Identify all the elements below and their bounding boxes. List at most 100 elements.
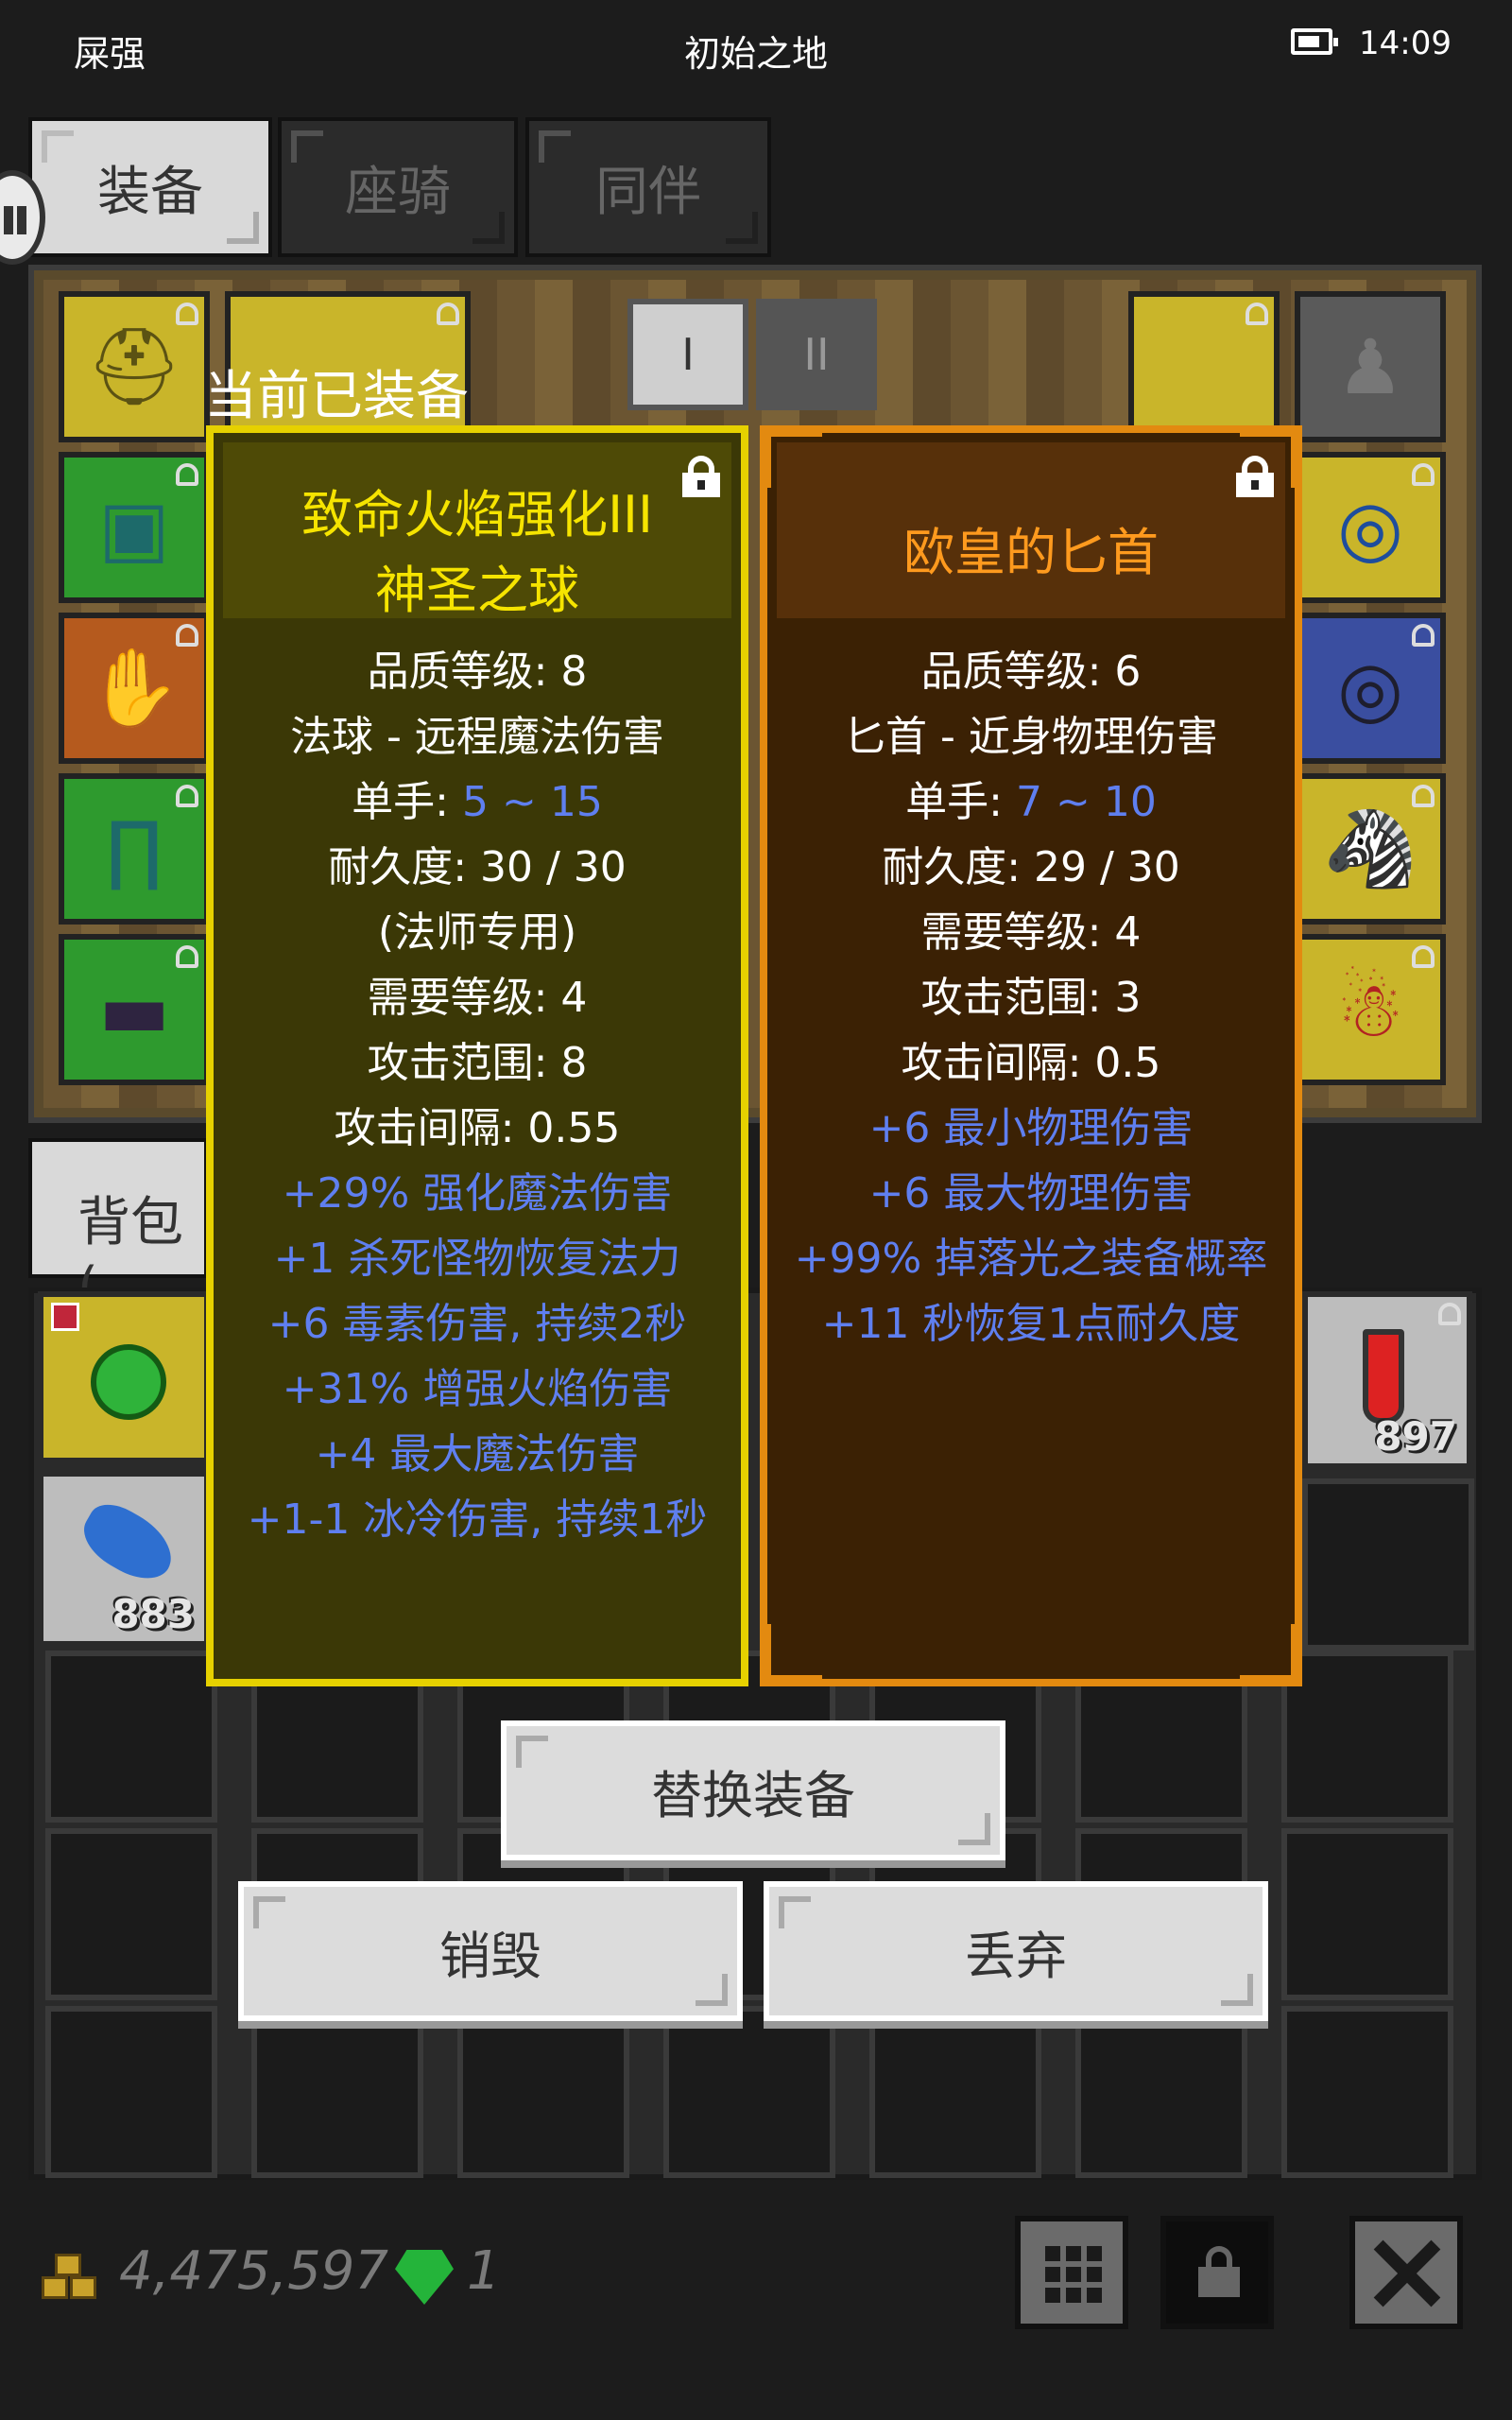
lock-icon (176, 302, 198, 325)
stat-line: 攻击间隔: 0.55 (334, 1104, 621, 1152)
stat-label: 单手: (352, 778, 462, 826)
corner-ornament (765, 431, 822, 488)
lock-icon (1412, 624, 1435, 647)
gem-amount: 1 (467, 2240, 501, 2302)
slot-boots[interactable]: ▬ (59, 934, 210, 1085)
bag-slot[interactable] (45, 1651, 217, 1823)
affix-line: +99% 掉落光之装备概率 (794, 1235, 1268, 1283)
green-orb-icon (91, 1344, 166, 1420)
new-badge-icon (51, 1303, 79, 1331)
slot-helmet[interactable]: ⛑ (59, 291, 210, 442)
stat-line: 法球 - 远程魔法伤害 (290, 713, 664, 761)
lock-icon (1412, 945, 1435, 968)
stat-line: 耐久度: 30 / 30 (328, 843, 627, 891)
equipped-item-tooltip: 致命火焰强化III 神圣之球 品质等级: 8 法球 - 远程魔法伤害单手: 5 ~… (206, 425, 748, 1686)
affix-line: +6 最小物理伤害 (868, 1104, 1194, 1152)
slot-gloves[interactable]: ✋ (59, 613, 210, 764)
stat-line: 需要等级: 4 (920, 908, 1142, 957)
slot-empty-top-right[interactable]: ♟ (1295, 291, 1446, 442)
tab-companion-label: 同伴 (595, 161, 701, 223)
bag-item-feather[interactable]: 883 (38, 1471, 210, 1647)
slot-ring-2[interactable]: ◎ (1295, 613, 1446, 764)
slot-pet-1[interactable]: 🦓 (1295, 773, 1446, 925)
status-bar: 屎强 初始之地 14:09 (0, 0, 1512, 95)
close-icon (1372, 2238, 1440, 2307)
map-name: 初始之地 (683, 33, 828, 75)
item-name-line1: 致命火焰强化III (301, 485, 653, 544)
lock-icon (176, 624, 198, 647)
stat-line: 攻击间隔: 0.5 (901, 1039, 1161, 1087)
corner-ornament (765, 1624, 822, 1681)
affix-line: +11 秒恢复1点耐久度 (821, 1300, 1241, 1348)
bag-slot[interactable] (251, 2006, 423, 2178)
lock-icon (176, 785, 198, 807)
tab-mount[interactable]: 座骑 (278, 117, 518, 257)
lock-icon[interactable] (1236, 456, 1274, 497)
slot-weapon-right[interactable] (1128, 291, 1280, 442)
item-stats: 品质等级: 6 匕首 - 近身物理伤害 单手: 7 ~ 10 耐久度: 29 / 30… (767, 639, 1295, 1357)
slot-armor[interactable]: ▣ (59, 452, 210, 603)
game-screen: 屎强 初始之地 14:09 装备 座骑 同伴 ⛑ ▣ ✋ ∏ ▬ ♟ ◎ ◎ 🦓… (0, 0, 1512, 2420)
bag-slot[interactable] (869, 2006, 1041, 2178)
stat-line: 品质等级: 8 (367, 648, 588, 696)
lock-icon (1438, 1303, 1461, 1325)
bag-slot[interactable] (45, 2006, 217, 2178)
sort-grid-button[interactable] (1015, 2216, 1128, 2329)
lock-icon (1198, 2246, 1240, 2297)
discard-button[interactable]: 丢弃 (764, 1881, 1268, 2021)
replace-equipment-button[interactable]: 替换装备 (501, 1720, 1005, 1860)
affix-line: +29% 强化魔法伤害 (282, 1169, 673, 1218)
slot-pet-2[interactable]: ☃ (1295, 934, 1446, 1085)
item-name: 欧皇的匕首 (903, 523, 1159, 582)
affix-line: +1-1 冰冷伤害, 持续1秒 (247, 1495, 708, 1544)
affix-line: +6 最大物理伤害 (868, 1169, 1194, 1218)
bag-slot[interactable] (1075, 2006, 1247, 2178)
bag-slot[interactable] (663, 2006, 835, 2178)
bag-slot[interactable] (457, 2006, 629, 2178)
set-button-2-label: II (803, 329, 830, 380)
set-button-1[interactable]: I (627, 299, 748, 410)
bag-slot[interactable] (1281, 2006, 1453, 2178)
equipped-label: 当前已装备 (204, 366, 469, 427)
stat-line: 品质等级: 6 (920, 648, 1142, 696)
tab-companion[interactable]: 同伴 (525, 117, 771, 257)
affix-line: +31% 增强火焰伤害 (282, 1365, 673, 1413)
tab-equipment[interactable]: 装备 (28, 117, 272, 257)
slot-ring-1[interactable]: ◎ (1295, 452, 1446, 603)
compare-item-tooltip: 欧皇的匕首 品质等级: 6 匕首 - 近身物理伤害 单手: 7 ~ 10 耐久度: 2… (760, 425, 1302, 1686)
stat-line: 攻击范围: 3 (920, 974, 1142, 1022)
destroy-button[interactable]: 销毁 (238, 1881, 743, 2021)
tab-bag[interactable]: 背包 ( (28, 1138, 208, 1318)
lock-icon (1412, 785, 1435, 807)
bag-slot[interactable] (1302, 1478, 1474, 1651)
item-count: 883 (112, 1591, 195, 1637)
affix-line: +4 最大魔法伤害 (315, 1430, 640, 1478)
slot-pants[interactable]: ∏ (59, 773, 210, 925)
close-button[interactable] (1349, 2216, 1463, 2329)
stat-line: 需要等级: 4 (367, 974, 588, 1022)
item-count: 897 (1374, 1413, 1457, 1460)
bag-slot[interactable] (1281, 1651, 1453, 1823)
lock-toggle-button[interactable] (1160, 2216, 1274, 2329)
bag-item-green-orb[interactable] (38, 1291, 210, 1463)
destroy-label: 销毁 (439, 1926, 541, 1986)
discard-label: 丢弃 (965, 1926, 1067, 1986)
gold-amount: 4,475,597 (119, 2240, 389, 2302)
set-button-2[interactable]: II (756, 299, 877, 410)
item-stats: 品质等级: 8 法球 - 远程魔法伤害单手: 5 ~ 15 耐久度: 30 / 30… (214, 639, 741, 1552)
stat-line: 单手: 5 ~ 15 (214, 769, 741, 835)
stat-line: 单手: 7 ~ 10 (767, 769, 1295, 835)
affix-line: +1 杀死怪物恢复法力 (273, 1235, 681, 1283)
lock-icon (176, 463, 198, 486)
replace-equipment-label: 替换装备 (651, 1765, 855, 1825)
bag-slot[interactable] (45, 1828, 217, 2000)
currency-bar (0, 2193, 1512, 2420)
stat-line: 攻击范围: 8 (367, 1039, 588, 1087)
stat-label: 单手: (905, 778, 1016, 826)
bag-slot[interactable] (1281, 1828, 1453, 2000)
set-button-1-label: I (681, 329, 695, 380)
bag-item-potion[interactable]: 897 (1302, 1291, 1472, 1469)
clock: 14:09 (1359, 25, 1452, 62)
item-name-line2: 神圣之球 (375, 561, 579, 620)
grid-icon (1045, 2246, 1102, 2303)
